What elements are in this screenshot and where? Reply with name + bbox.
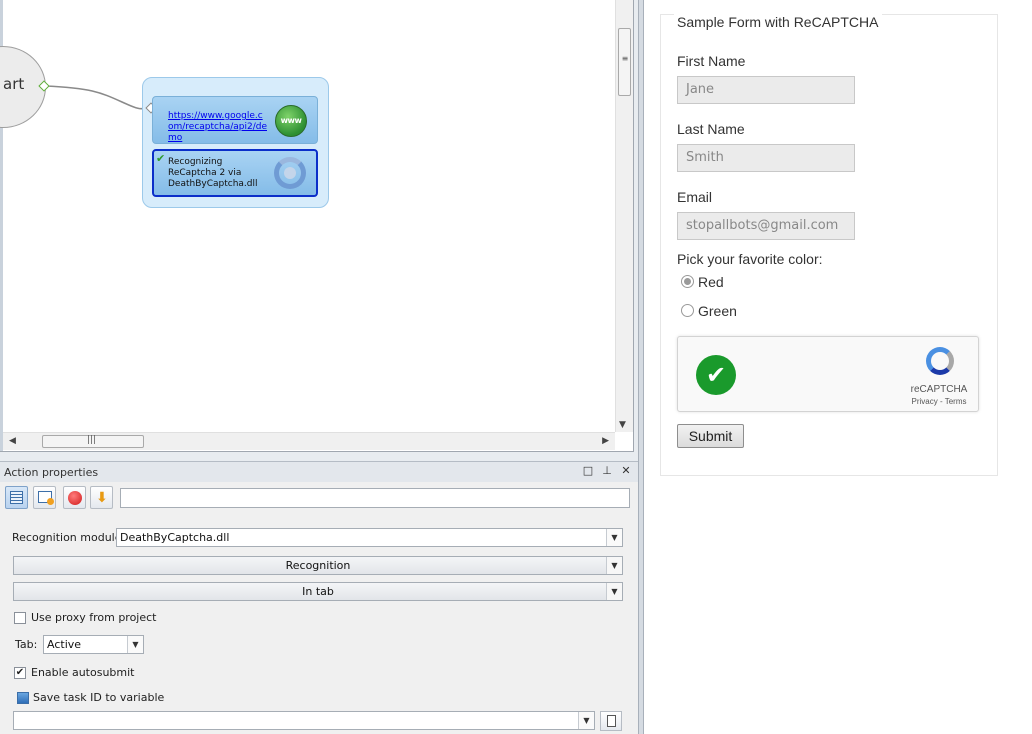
- last-name-label: Last Name: [677, 121, 745, 137]
- in-tab-section-label: In tab: [302, 585, 334, 598]
- tab-select[interactable]: Active ▼: [43, 635, 144, 654]
- arrow-down-icon: ⬇: [96, 490, 108, 506]
- color-option-green: Green: [698, 303, 737, 319]
- email-field[interactable]: stopallbots@gmail.com: [677, 212, 855, 240]
- error-branch-button[interactable]: [63, 486, 86, 509]
- browser-view: Sample Form with ReCAPTCHA First Name Ja…: [644, 0, 1032, 734]
- scroll-right-arrow-icon[interactable]: ▶: [602, 436, 609, 446]
- chevron-down-icon[interactable]: ▼: [578, 712, 594, 729]
- recognition-module-label: Recognition module:: [12, 531, 126, 544]
- globe-www-icon: www: [275, 105, 307, 137]
- form-legend: Sample Form with ReCAPTCHA: [674, 14, 882, 30]
- globe-www-text: www: [280, 116, 302, 125]
- properties-header: Action properties □ ⊥ ✕: [0, 462, 638, 482]
- tab-label: Tab:: [15, 638, 38, 651]
- list-view-icon: [10, 491, 23, 504]
- use-proxy-checkbox[interactable]: [14, 612, 26, 624]
- first-name-field[interactable]: Jane: [677, 76, 855, 104]
- use-proxy-label: Use proxy from project: [31, 611, 157, 624]
- email-label: Email: [677, 189, 713, 205]
- first-name-label: First Name: [677, 53, 746, 69]
- recaptcha-recognition-action[interactable]: ✔ Recognizing ReCaptcha 2 via DeathByCap…: [152, 149, 318, 197]
- recognition-action-label: Recognizing ReCaptcha 2 via DeathByCaptc…: [168, 157, 258, 189]
- recognition-module-value: DeathByCaptcha.dll: [120, 531, 230, 544]
- color-radio-red[interactable]: [681, 275, 694, 288]
- in-tab-section-dropdown[interactable]: In tab ▼: [13, 582, 623, 601]
- action-canvas[interactable]: art https://www.google.com/recaptcha/api…: [0, 0, 634, 452]
- restore-panel-icon[interactable]: □: [581, 464, 595, 478]
- vertical-scrollbar[interactable]: ≡ ▼: [615, 0, 633, 432]
- save-task-id-label: Save task ID to variable: [33, 691, 165, 704]
- properties-view-button[interactable]: [5, 486, 28, 509]
- color-option-red: Red: [698, 274, 724, 290]
- recaptcha-logo-icon: [926, 347, 954, 375]
- tab-select-value: Active: [47, 638, 82, 651]
- horizontal-scrollbar[interactable]: ◀ ||| ▶: [3, 432, 615, 450]
- recognition-section-dropdown[interactable]: Recognition ▼: [13, 556, 623, 575]
- refresh-icon: [274, 157, 306, 189]
- color-question: Pick your favorite color:: [677, 251, 823, 267]
- goto-url-action[interactable]: https://www.google.com/recaptcha/api2/de…: [152, 96, 318, 144]
- close-panel-icon[interactable]: ✕: [619, 464, 633, 478]
- submit-button[interactable]: Submit: [677, 424, 744, 448]
- copy-icon: [604, 713, 616, 727]
- chevron-down-icon[interactable]: ▼: [606, 583, 622, 600]
- form-view-button[interactable]: [33, 486, 56, 509]
- scroll-left-arrow-icon[interactable]: ◀: [9, 436, 16, 446]
- horizontal-scroll-thumb[interactable]: |||: [42, 435, 144, 448]
- scroll-down-arrow-icon[interactable]: ▼: [619, 420, 626, 430]
- stop-icon: [68, 491, 82, 505]
- color-radio-green[interactable]: [681, 304, 694, 317]
- action-comment-input[interactable]: [120, 488, 630, 508]
- pin-panel-icon[interactable]: ⊥: [600, 464, 614, 478]
- goto-url-text: https://www.google.com/recaptcha/api2/de…: [168, 111, 267, 143]
- task-id-variable-select[interactable]: ▼: [13, 711, 595, 730]
- project-editor-pane: art https://www.google.com/recaptcha/api…: [0, 0, 638, 734]
- recaptcha-privacy-terms-link[interactable]: Privacy - Terms: [904, 397, 974, 406]
- checkmark-icon: ✔: [156, 152, 166, 165]
- recaptcha-brand: reCAPTCHA: [910, 384, 968, 395]
- connection-line: [45, 85, 151, 110]
- recaptcha-widget[interactable]: ✔ reCAPTCHA Privacy - Terms: [677, 336, 979, 412]
- chevron-down-icon[interactable]: ▼: [127, 636, 143, 653]
- save-task-variable-icon[interactable]: [17, 692, 29, 704]
- recognition-module-select[interactable]: DeathByCaptcha.dll ▼: [116, 528, 623, 547]
- enable-autosubmit-checkbox[interactable]: ✔: [14, 667, 26, 679]
- form-settings-icon: [38, 491, 54, 505]
- chevron-down-icon[interactable]: ▼: [606, 557, 622, 574]
- captcha-checkmark-icon: ✔: [696, 355, 736, 395]
- last-name-field[interactable]: Smith: [677, 144, 855, 172]
- chevron-down-icon[interactable]: ▼: [606, 529, 622, 546]
- variable-picker-button[interactable]: [600, 711, 622, 731]
- properties-title: Action properties: [4, 466, 99, 479]
- recognition-section-label: Recognition: [285, 559, 351, 572]
- vertical-scroll-thumb[interactable]: ≡: [618, 28, 631, 96]
- go-next-button[interactable]: ⬇: [90, 486, 113, 509]
- enable-autosubmit-label: Enable autosubmit: [31, 666, 135, 679]
